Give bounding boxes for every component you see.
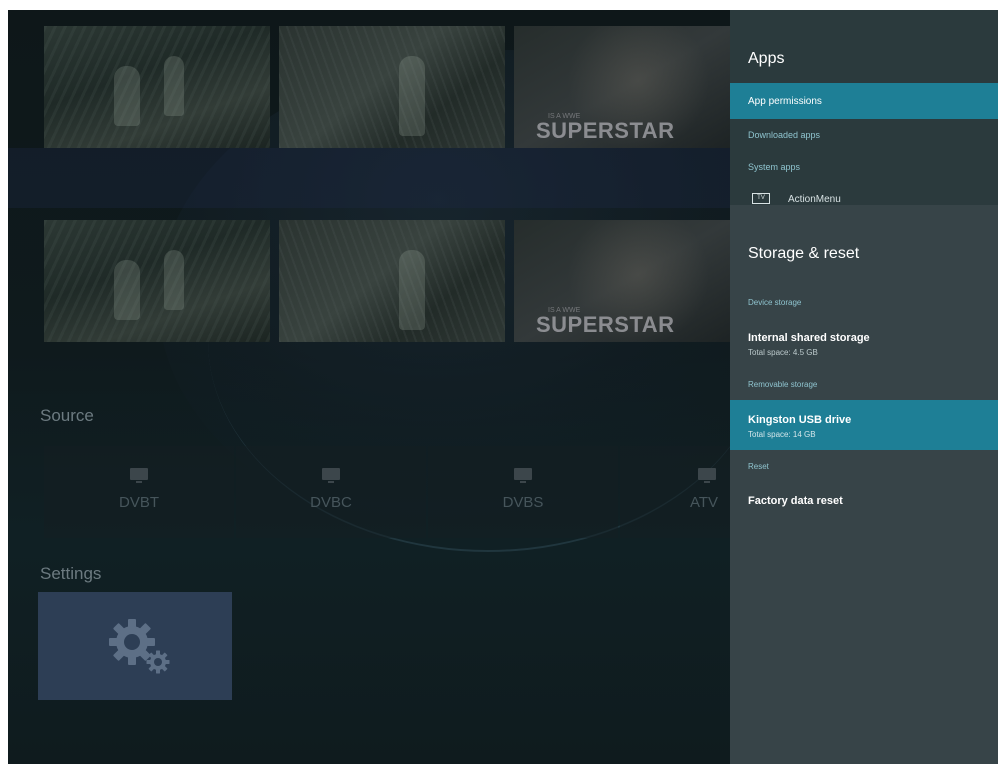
- player-figure: [164, 56, 184, 116]
- item-detail: Total space: 14 GB: [748, 430, 816, 439]
- tv-screen: IS A WWE SUPERSTAR IS A WWE SUPERSTAR So…: [8, 10, 998, 764]
- menu-item-label: System apps: [748, 162, 801, 172]
- promo-text: SUPERSTAR: [536, 118, 675, 143]
- content-tile[interactable]: IS A WWE SUPERSTAR: [514, 26, 730, 148]
- promo-text: SUPERSTAR: [536, 312, 675, 337]
- app-permissions-item[interactable]: App permissions: [730, 83, 998, 119]
- content-tile[interactable]: IS A WWE SUPERSTAR: [514, 220, 730, 342]
- antenna-icon: [698, 468, 716, 483]
- removable-storage-header: Removable storage: [748, 380, 818, 389]
- player-figure: [399, 56, 425, 136]
- item-title: Kingston USB drive: [748, 414, 852, 426]
- source-dvbt-card[interactable]: DVBT: [44, 446, 234, 538]
- source-label: DVBS: [502, 494, 544, 511]
- tile-row-shadow: [8, 148, 730, 208]
- settings-panel: Apps App permissions Downloaded apps Sys…: [730, 10, 998, 764]
- item-title: Internal shared storage: [748, 332, 870, 344]
- tv-icon: TV: [752, 193, 770, 204]
- system-apps-item[interactable]: System apps: [730, 154, 998, 182]
- factory-reset-item[interactable]: Factory data reset: [730, 485, 998, 515]
- player-figure: [114, 260, 140, 320]
- source-label: DVBT: [118, 494, 159, 511]
- storage-title: Storage & reset: [748, 245, 860, 262]
- content-tile[interactable]: [279, 26, 505, 148]
- internal-storage-item[interactable]: Internal shared storage Total space: 4.5…: [730, 323, 998, 363]
- tv-icon: [322, 468, 340, 483]
- settings-section-title: Settings: [40, 564, 102, 583]
- source-section-title: Source: [40, 406, 94, 425]
- source-label: ATV: [690, 494, 719, 511]
- menu-item-label: Downloaded apps: [748, 130, 821, 140]
- device-storage-header: Device storage: [748, 298, 802, 307]
- reset-header: Reset: [748, 462, 769, 471]
- source-dvbs-card[interactable]: DVBS: [428, 446, 618, 538]
- item-title: Factory data reset: [748, 495, 843, 507]
- app-label: ActionMenu: [788, 194, 841, 205]
- tv-icon: [130, 468, 148, 483]
- menu-item-label: App permissions: [748, 96, 822, 107]
- kingston-usb-item[interactable]: Kingston USB drive Total space: 14 GB: [730, 400, 998, 450]
- apps-title: Apps: [748, 50, 785, 67]
- source-atv-card[interactable]: ATV: [620, 446, 730, 538]
- actionmenu-app-item[interactable]: TV ActionMenu: [730, 188, 998, 205]
- content-tile[interactable]: [44, 26, 270, 148]
- item-detail: Total space: 4.5 GB: [748, 348, 818, 357]
- downloaded-apps-item[interactable]: Downloaded apps: [730, 122, 998, 150]
- player-figure: [114, 66, 140, 126]
- player-figure: [399, 250, 425, 330]
- source-label: DVBC: [310, 494, 352, 511]
- content-tile[interactable]: [279, 220, 505, 342]
- player-figure: [164, 250, 184, 310]
- small-gear-icon: [146, 650, 170, 674]
- source-dvbc-card[interactable]: DVBC: [236, 446, 426, 538]
- tv-icon: [514, 468, 532, 483]
- content-tile[interactable]: [44, 220, 270, 342]
- storage-reset-section: Storage & reset Device storage Internal …: [730, 205, 998, 764]
- settings-tile[interactable]: [38, 592, 232, 700]
- launcher-background: IS A WWE SUPERSTAR IS A WWE SUPERSTAR So…: [8, 10, 730, 764]
- apps-section: Apps App permissions Downloaded apps Sys…: [730, 10, 998, 205]
